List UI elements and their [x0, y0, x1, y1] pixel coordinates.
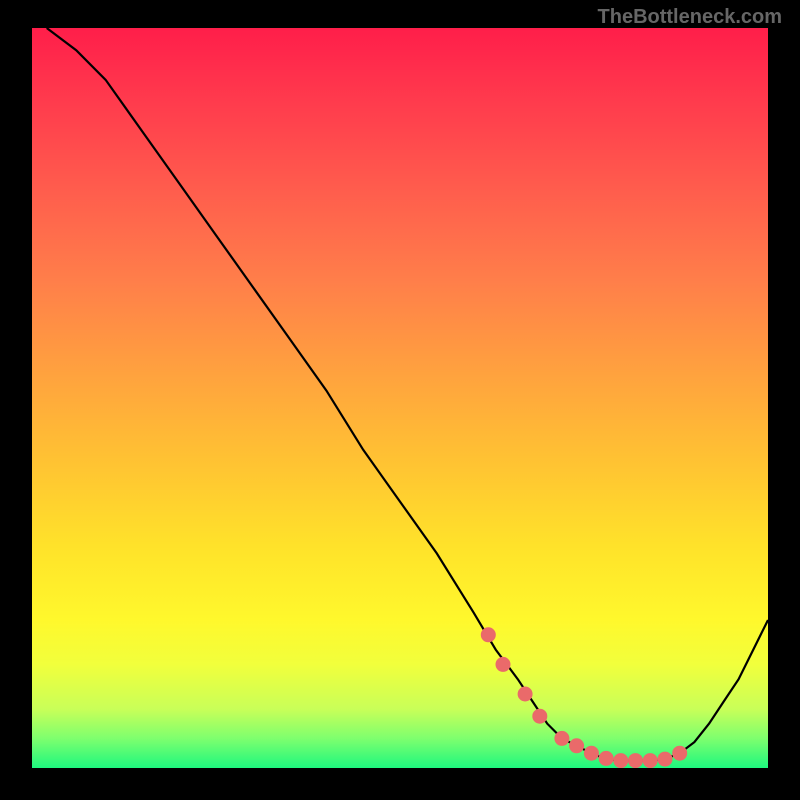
curve-line: [47, 28, 768, 761]
marker-dot: [584, 746, 598, 760]
chart-area: [32, 28, 768, 768]
marker-dot: [533, 709, 547, 723]
watermark-text: TheBottleneck.com: [598, 6, 782, 29]
marker-dot: [673, 746, 687, 760]
marker-dot: [555, 731, 569, 745]
marker-dot: [658, 752, 672, 766]
marker-dot: [643, 754, 657, 768]
marker-dot: [481, 628, 495, 642]
marker-dot: [629, 754, 643, 768]
marker-dot: [570, 739, 584, 753]
marker-dot: [496, 657, 510, 671]
marker-dot: [614, 754, 628, 768]
marker-dot: [518, 687, 532, 701]
marker-dot: [599, 751, 613, 765]
curve-markers: [481, 628, 686, 768]
chart-svg: [32, 28, 768, 768]
